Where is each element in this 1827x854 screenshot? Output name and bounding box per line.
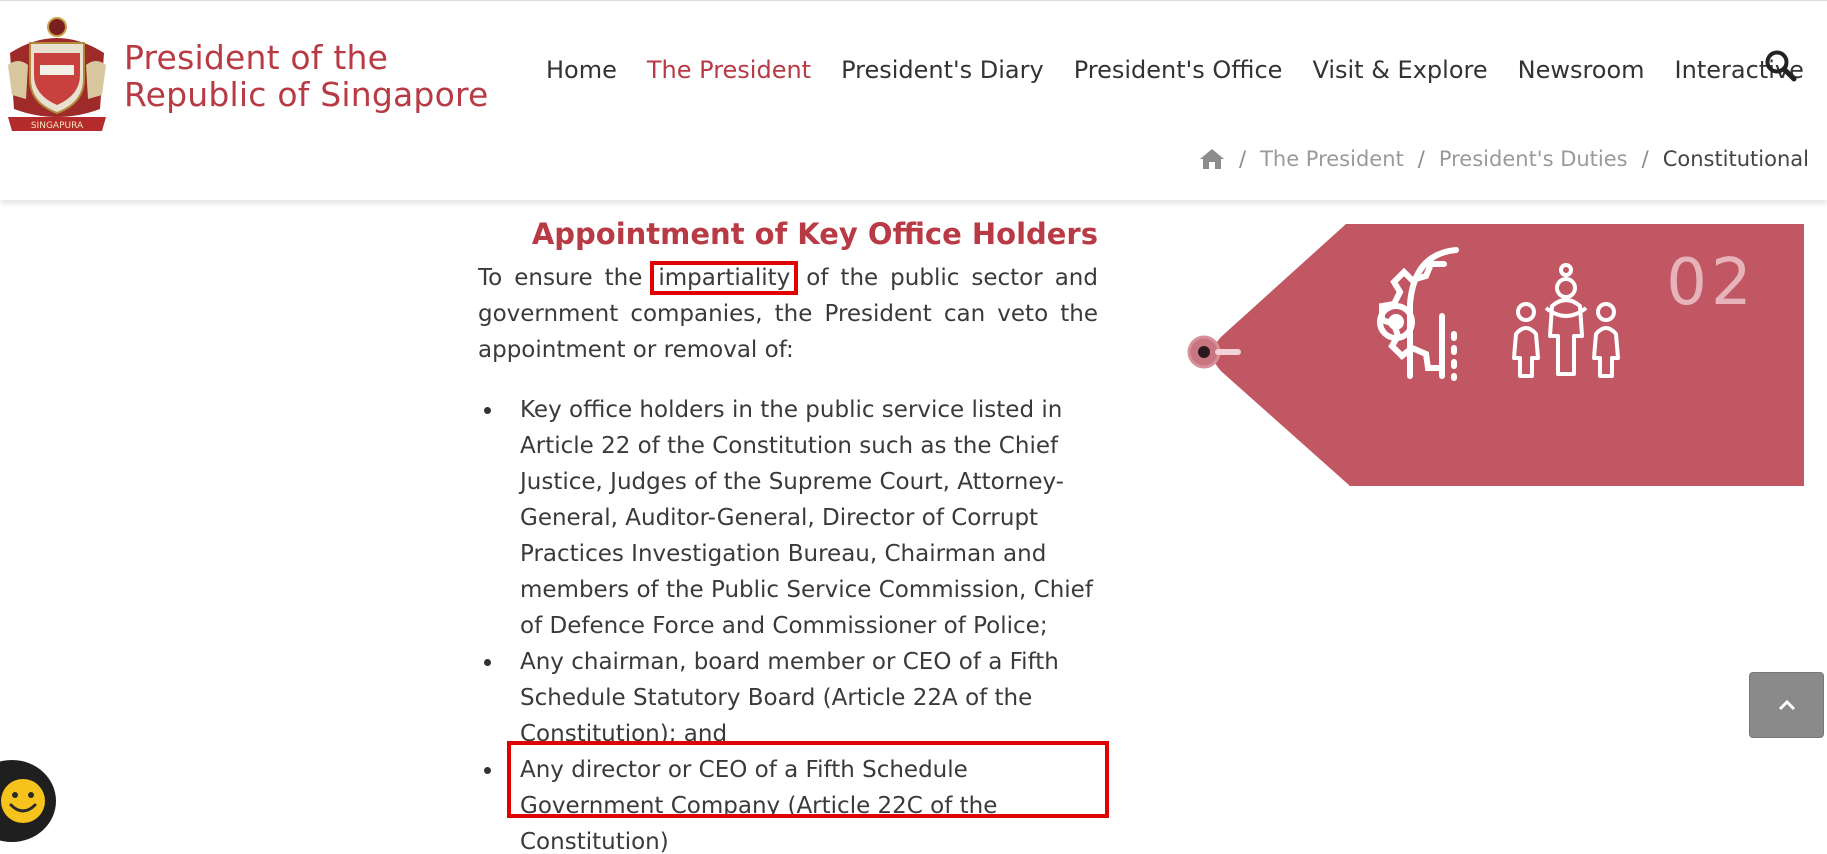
- list-item: Any chairman, board member or CEO of a F…: [478, 644, 1098, 752]
- breadcrumb-separator: /: [1641, 147, 1649, 171]
- coat-of-arms-logo[interactable]: SINGAPURA: [4, 13, 110, 135]
- nav-presidents-diary[interactable]: President's Diary: [841, 55, 1044, 85]
- intro-before: To ensure the: [478, 265, 655, 291]
- home-icon[interactable]: [1199, 148, 1225, 170]
- nav-newsroom[interactable]: Newsroom: [1518, 55, 1645, 85]
- site-title[interactable]: President of the Republic of Singapore: [124, 39, 489, 113]
- intro-paragraph: To ensure the impartiality of the public…: [478, 260, 1098, 368]
- list-item-text: Any director or CEO of a Fifth Schedule …: [520, 757, 998, 854]
- breadcrumb: / The President / President's Duties / C…: [1199, 147, 1809, 171]
- smiley-icon: [1, 779, 45, 823]
- breadcrumb-separator: /: [1417, 147, 1425, 171]
- office-holders-list: Key office holders in the public service…: [478, 392, 1109, 854]
- list-item: Key office holders in the public service…: [478, 392, 1098, 644]
- breadcrumb-separator: /: [1238, 147, 1247, 171]
- main-content: Appointment of Key Office Holders To ens…: [478, 214, 1109, 854]
- nav-the-president[interactable]: The President: [647, 55, 811, 85]
- highlighted-word: impartiality: [650, 261, 799, 295]
- site-header: SINGAPURA President of the Republic of S…: [0, 0, 1827, 200]
- chevron-up-icon: [1778, 699, 1795, 711]
- site-title-line1: President of the: [124, 38, 389, 77]
- nav-visit-explore[interactable]: Visit & Explore: [1312, 55, 1487, 85]
- search-icon[interactable]: [1764, 49, 1798, 83]
- svg-text:SINGAPURA: SINGAPURA: [31, 121, 84, 131]
- breadcrumb-current: Constitutional: [1662, 147, 1809, 171]
- nav-home[interactable]: Home: [546, 55, 617, 85]
- section-title: Appointment of Key Office Holders: [531, 217, 1098, 251]
- breadcrumb-presidents-duties[interactable]: President's Duties: [1439, 147, 1628, 171]
- list-item: Any director or CEO of a Fifth Schedule …: [478, 741, 1109, 854]
- back-to-top-button[interactable]: [1749, 672, 1824, 738]
- tag-number: 02: [1666, 246, 1755, 320]
- main-nav: Home The President President's Diary Pre…: [546, 55, 1827, 85]
- breadcrumb-the-president[interactable]: The President: [1260, 147, 1404, 171]
- nav-presidents-office[interactable]: President's Office: [1074, 55, 1283, 85]
- site-title-line2: Republic of Singapore: [124, 75, 489, 114]
- feedback-button[interactable]: [0, 760, 56, 842]
- tag-illustration: 02: [1187, 224, 1804, 486]
